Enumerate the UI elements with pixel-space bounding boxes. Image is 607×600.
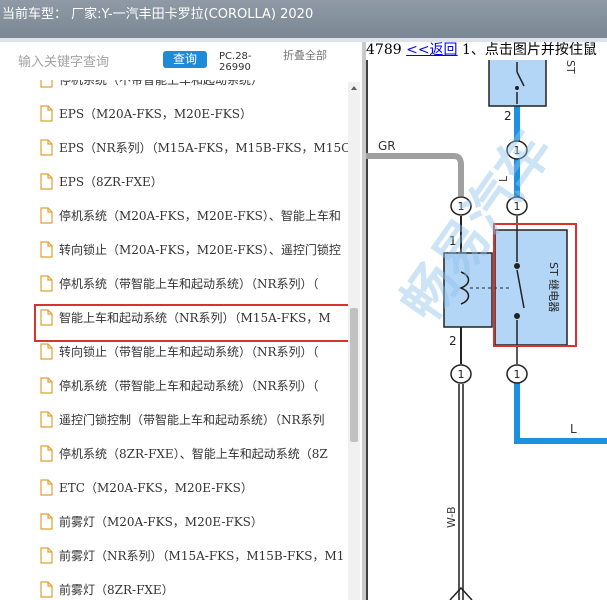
st-switch-contact bbox=[515, 86, 519, 90]
connector-pin-label: 1 bbox=[514, 368, 521, 381]
document-icon bbox=[40, 581, 53, 598]
wb-wire-label: W-B bbox=[445, 506, 458, 528]
tree-item[interactable]: EPS（M20A-FKS，M20E-FKS） bbox=[0, 98, 348, 130]
tree-item[interactable]: 停机系统（不带智能上车和起动系统） bbox=[0, 80, 348, 96]
document-icon bbox=[40, 445, 53, 462]
search-input[interactable] bbox=[18, 52, 158, 72]
document-icon bbox=[40, 275, 53, 292]
diagram-panel: 4789 <<返回 1、点击图片并按住鼠 GR L L W-B ST 1 1 1… bbox=[366, 42, 607, 600]
title-bar: 当前车型： 厂家:Y-一汽丰田卡罗拉(COROLLA) 2020 bbox=[0, 0, 607, 38]
tree-item[interactable]: 停机系统（8ZR-FXE）、智能上车和起动系统（8Z bbox=[0, 438, 348, 470]
tree-item-label: 停机系统（不带智能上车和起动系统） bbox=[59, 80, 264, 87]
tree-item[interactable]: 停机系统（M20A-FKS，M20E-FKS）、智能上车和 bbox=[0, 200, 348, 232]
tree-item-label: 遥控门锁控制（带智能上车和起动系统）（NR系列 bbox=[59, 413, 325, 427]
tree-item-label: EPS（M20A-FKS，M20E-FKS） bbox=[59, 107, 252, 121]
relay-name-label: ST 继电器 bbox=[547, 262, 560, 312]
query-button[interactable]: 查询 bbox=[163, 51, 207, 68]
pc-code-label: PC.28-26990 bbox=[219, 51, 252, 73]
tree-item[interactable]: 前雾灯（M20A-FKS，M20E-FKS） bbox=[0, 506, 348, 538]
gr-wire-label: GR bbox=[378, 139, 396, 153]
window-title: 当前车型： 厂家:Y-一汽丰田卡罗拉(COROLLA) 2020 bbox=[2, 7, 314, 22]
document-icon bbox=[40, 80, 53, 88]
tree-item[interactable]: 转向锁止（M20A-FKS，M20E-FKS）、遥控门锁控 bbox=[0, 234, 348, 266]
tree-scrollbar[interactable] bbox=[348, 82, 360, 600]
document-instruction: 1、点击图片并按住鼠 bbox=[462, 42, 597, 58]
tree-item-label: 停机系统（带智能上车和起动系统）（NR系列）（ bbox=[59, 379, 319, 393]
tree-item-label: ETC（M20A-FKS，M20E-FKS） bbox=[59, 481, 253, 495]
tree-item-label: EPS（8ZR-FXE） bbox=[59, 175, 163, 189]
back-link[interactable]: <<返回 bbox=[406, 42, 457, 58]
tree-item-label: 前雾灯（M20A-FKS，M20E-FKS） bbox=[59, 515, 263, 529]
relay-contact bbox=[514, 263, 520, 269]
document-icon bbox=[40, 411, 53, 428]
document-icon bbox=[40, 207, 53, 224]
tree-item[interactable]: EPS（8ZR-FXE） bbox=[0, 166, 348, 198]
tree-item[interactable]: EPS（NR系列）（M15A-FKS，M15B-FKS，M15C bbox=[0, 132, 348, 164]
l-wire-right-label: L bbox=[570, 422, 577, 436]
document-icon bbox=[40, 105, 53, 122]
document-header: 4789 <<返回 1、点击图片并按住鼠 bbox=[366, 42, 597, 60]
tree-item[interactable]: 遥控门锁控制（带智能上车和起动系统）（NR系列 bbox=[0, 404, 348, 436]
left-panel: 查询 PC.28-26990 折叠全部 停机系统（不带智能上车和起动系统） EPS… bbox=[0, 42, 364, 600]
scroll-up-arrow-icon[interactable] bbox=[348, 82, 360, 94]
tree-item-label: 停机系统（M20A-FKS，M20E-FKS）、智能上车和 bbox=[59, 209, 341, 223]
tree-item-label: 前雾灯（NR系列）（M15A-FKS，M15B-FKS，M1 bbox=[59, 549, 345, 563]
st-box-label: ST bbox=[564, 60, 577, 74]
search-toolbar: 查询 PC.28-26990 折叠全部 bbox=[0, 42, 364, 82]
relay-contact bbox=[514, 313, 520, 319]
connector-pin-label: 1 bbox=[458, 368, 465, 381]
pin-number: 2 bbox=[449, 334, 457, 348]
document-icon bbox=[40, 241, 53, 258]
tree-item-label: 停机系统（带智能上车和起动系统）（NR系列）（ bbox=[59, 277, 319, 291]
document-icon bbox=[40, 513, 53, 530]
document-icon bbox=[40, 173, 53, 190]
tree-item-label: 前雾灯（8ZR-FXE） bbox=[59, 583, 174, 597]
document-icon bbox=[40, 547, 53, 564]
document-icon bbox=[40, 139, 53, 156]
tree-item-label: 停机系统（8ZR-FXE）、智能上车和起动系统（8Z bbox=[59, 447, 328, 461]
gr-wire bbox=[366, 153, 464, 196]
l-wire-right bbox=[514, 382, 607, 444]
connector-right-bottom: 1 bbox=[506, 364, 528, 384]
tree-item[interactable]: 前雾灯（8ZR-FXE） bbox=[0, 574, 348, 600]
selected-item-highlight bbox=[34, 304, 359, 342]
document-code: 4789 bbox=[366, 42, 402, 58]
collapse-all-button[interactable]: 折叠全部 bbox=[283, 50, 329, 61]
tree-item-label: 转向锁止（带智能上车和起动系统）（NR系列）（ bbox=[59, 345, 319, 359]
pin-number: 2 bbox=[504, 109, 512, 123]
wiring-diagram[interactable]: GR L L W-B ST 1 1 1 1 1 2 1 2 ST 继电器 畅易汽… bbox=[366, 60, 607, 600]
tree-item-label: 转向锁止（M20A-FKS，M20E-FKS）、遥控门锁控 bbox=[59, 243, 341, 257]
document-icon bbox=[40, 377, 53, 394]
tree-item[interactable]: 停机系统（带智能上车和起动系统）（NR系列）（ bbox=[0, 268, 348, 300]
scrollbar-thumb[interactable] bbox=[350, 308, 358, 442]
tree-item[interactable]: ETC（M20A-FKS，M20E-FKS） bbox=[0, 472, 348, 504]
tree-item[interactable]: 前雾灯（NR系列）（M15A-FKS，M15B-FKS，M1 bbox=[0, 540, 348, 572]
document-icon bbox=[40, 343, 53, 360]
connector-left-bottom: 1 bbox=[450, 364, 472, 384]
document-icon bbox=[40, 479, 53, 496]
tree-item[interactable]: 停机系统（带智能上车和起动系统）（NR系列）（ bbox=[0, 370, 348, 402]
tree-item-label: EPS（NR系列）（M15A-FKS，M15B-FKS，M15C bbox=[59, 141, 348, 155]
